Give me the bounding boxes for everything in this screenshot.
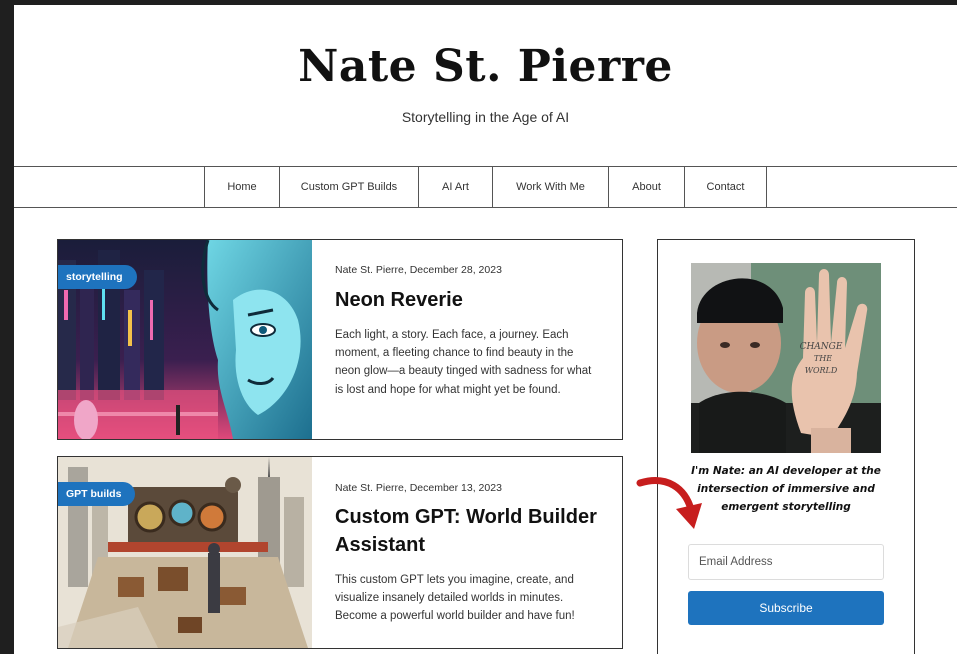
site-title[interactable]: Nate St. Pierre xyxy=(14,41,957,92)
nav-item-work-with-me[interactable]: Work With Me xyxy=(492,167,608,207)
author-bio: I'm Nate: an AI developer at the interse… xyxy=(691,465,881,513)
author-photo xyxy=(691,263,881,453)
post-title[interactable]: Neon Reverie xyxy=(335,286,605,314)
post-card: GPT builds Nate St. Pierre, December 13,… xyxy=(57,456,623,649)
post-meta: Nate St. Pierre, December 13, 2023 xyxy=(335,482,502,494)
nav-item-custom-gpt-builds[interactable]: Custom GPT Builds xyxy=(279,167,418,207)
nav-item-ai-art[interactable]: AI Art xyxy=(418,167,492,207)
subscribe-button[interactable]: Subscribe xyxy=(688,591,884,625)
post-title[interactable]: Custom GPT: World Builder Assistant xyxy=(335,503,605,559)
category-tag[interactable]: GPT builds xyxy=(58,482,136,506)
post-excerpt: Each light, a story. Each face, a journe… xyxy=(335,329,592,396)
category-tag[interactable]: storytelling xyxy=(58,265,137,289)
main-nav: Home Custom GPT Builds AI Art Work With … xyxy=(14,166,957,208)
post-excerpt: This custom GPT lets you imagine, create… xyxy=(335,574,575,623)
nav-item-about[interactable]: About xyxy=(608,167,684,207)
sidebar: CHANGE THE WORLD I'm Nate: an AI develop… xyxy=(657,239,915,654)
nav-item-home[interactable]: Home xyxy=(204,167,279,207)
post-meta: Nate St. Pierre, December 28, 2023 xyxy=(335,264,502,276)
nav-item-contact[interactable]: Contact xyxy=(684,167,767,207)
site-tagline: Storytelling in the Age of AI xyxy=(401,109,570,125)
red-arrow-icon xyxy=(636,477,702,529)
page: Nate St. Pierre Storytelling in the Age … xyxy=(14,5,957,654)
email-field[interactable] xyxy=(688,544,884,580)
post-card: storytelling Nate St. Pierre, December 2… xyxy=(57,239,623,440)
